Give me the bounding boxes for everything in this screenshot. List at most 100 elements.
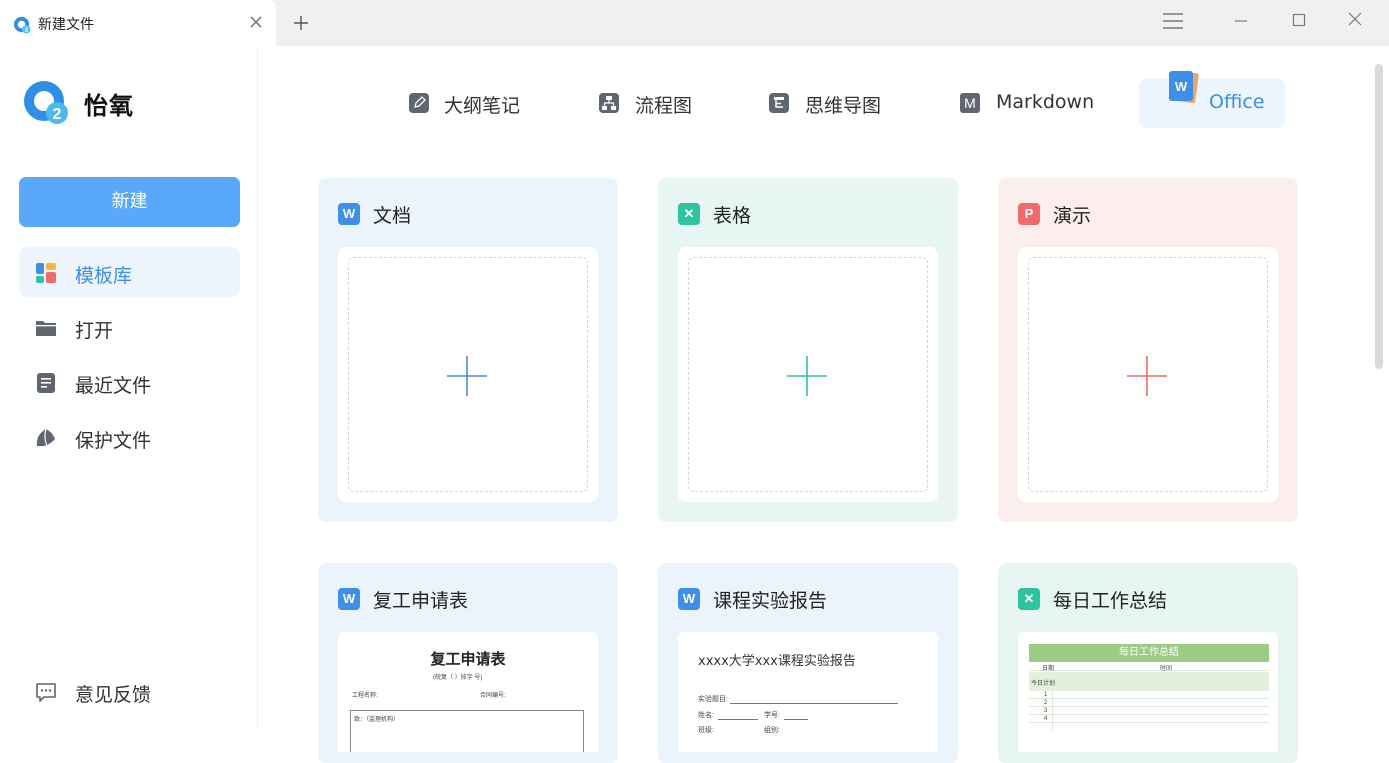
preview-name-label: 姓名: [698, 712, 714, 719]
office-word-icon: W [1169, 70, 1199, 104]
card-title: 表格 [713, 205, 752, 227]
card-title: 课程实验报告 [713, 590, 828, 612]
tab-markdown[interactable]: M Markdown [943, 78, 1118, 128]
tab-mindmap[interactable]: 思维导图 [752, 78, 902, 128]
mindmap-icon [769, 93, 789, 113]
blank-spreadsheet-area[interactable] [678, 247, 938, 502]
underline [718, 719, 758, 720]
template-card-lab-report[interactable]: W 课程实验报告 xxxx大学xxx课程实验报告 实验题目: 姓名: 学号: 班… [658, 563, 958, 763]
flowchart-icon [599, 93, 619, 113]
svg-text:2: 2 [25, 28, 28, 34]
template-preview: 复工申请表 (皖复〔 〕技字 号) 工程名称: 合同编号: 致：（监理机构） [338, 632, 598, 752]
app-logo-icon: 2 [13, 16, 31, 34]
sidebar-item-label: 保护文件 [75, 430, 152, 452]
blank-presentation-area[interactable] [1018, 247, 1278, 502]
protect-shield-icon [36, 428, 55, 447]
tab-label: 思维导图 [805, 95, 882, 117]
preview-col-time: 时间 [1160, 666, 1173, 672]
word-badge-icon: W [338, 588, 360, 610]
preview-class-label: 班级: [698, 727, 714, 734]
tab-label: 大纲笔记 [444, 95, 521, 117]
preview-group-label: 组别: [764, 727, 780, 734]
svg-text:M: M [964, 95, 976, 111]
card-title: 复工申请表 [373, 590, 469, 612]
plus-icon[interactable] [291, 13, 311, 33]
plus-icon [447, 356, 487, 396]
app-logo-icon: 2 [24, 81, 68, 124]
sidebar-item-label: 打开 [75, 320, 114, 342]
maximize-icon[interactable] [1291, 12, 1307, 28]
preview-plan-row [1029, 672, 1269, 691]
preview-box-text: 致：（监理机构） [354, 717, 400, 723]
folder-icon [36, 321, 56, 336]
tab-new-file[interactable]: 2 新建文件 [0, 0, 276, 46]
preview-row [1029, 715, 1269, 723]
scrollbar-thumb[interactable] [1375, 64, 1383, 369]
word-badge-icon: W [338, 203, 360, 225]
preview-field-right: 合同编号: [480, 693, 506, 699]
recent-doc-icon [37, 373, 55, 393]
preview-field-left: 工程名称: [352, 693, 378, 699]
feedback-label: 意见反馈 [75, 684, 152, 706]
markdown-icon: M [960, 93, 980, 113]
new-presentation-card[interactable]: P 演示 [998, 178, 1298, 522]
blank-document-area[interactable] [338, 247, 598, 502]
card-title: 文档 [373, 205, 412, 227]
sidebar-item-recent[interactable]: 最近文件 [19, 357, 240, 407]
preview-subheading: (皖复〔 〕技字 号) [433, 675, 483, 681]
preview-row-num: 1 [1044, 692, 1048, 698]
brand-name: 怡氧 [84, 92, 134, 120]
underline [784, 719, 808, 720]
title-bar: 2 新建文件 [0, 0, 1389, 46]
feedback-button[interactable]: 意见反馈 [19, 666, 240, 716]
ppt-badge-icon: P [1018, 203, 1040, 225]
minimize-icon[interactable] [1233, 12, 1249, 28]
preview-col-date: 日期 [1042, 666, 1055, 672]
preview-id-label: 学号: [764, 712, 780, 719]
preview-heading: 每日工作总结 [1029, 644, 1269, 662]
tab-label: Office [1209, 91, 1265, 113]
plus-icon [1127, 356, 1167, 396]
sidebar-item-label: 最近文件 [75, 375, 152, 397]
tab-label: 流程图 [635, 95, 693, 117]
tab-title: 新建文件 [38, 17, 94, 33]
word-badge-icon: W [678, 588, 700, 610]
template-card-daily-summary[interactable]: ✕ 每日工作总结 每日工作总结 日期 时间 今日计划 1 2 3 4 [998, 563, 1298, 763]
sidebar-item-label: 模板库 [75, 265, 133, 287]
new-button[interactable]: 新建 [19, 177, 240, 227]
sidebar-item-templates[interactable]: 模板库 [19, 247, 240, 297]
underline [730, 703, 898, 704]
preview-row [1029, 691, 1269, 699]
svg-text:2: 2 [53, 106, 62, 123]
preview-row-num: 2 [1044, 700, 1048, 706]
tab-label: Markdown [996, 91, 1095, 113]
tab-outline-note[interactable]: 大纲笔记 [392, 78, 542, 128]
preview-row-num: 3 [1044, 708, 1048, 714]
card-title: 每日工作总结 [1053, 590, 1168, 612]
template-grid-icon [36, 263, 56, 283]
sidebar-item-protect[interactable]: 保护文件 [19, 412, 240, 462]
preview-row [1029, 707, 1269, 715]
preview-row-num: 4 [1044, 716, 1048, 722]
tab-flowchart[interactable]: 流程图 [583, 78, 713, 128]
preview-line: 实验题目: [698, 696, 728, 703]
template-preview: xxxx大学xxx课程实验报告 实验题目: 姓名: 学号: 班级: 组别: [678, 632, 938, 752]
preview-header-row [1029, 662, 1269, 671]
window-close-icon[interactable] [1347, 11, 1363, 27]
new-document-card[interactable]: W 文档 [318, 178, 618, 522]
preview-heading: 复工申请表 [430, 650, 506, 668]
tab-office[interactable]: W Office [1139, 70, 1285, 128]
new-spreadsheet-card[interactable]: ✕ 表格 [658, 178, 958, 522]
preview-row [1029, 699, 1269, 707]
card-title: 演示 [1053, 205, 1092, 227]
preview-col-divider [1052, 691, 1053, 731]
sheet-badge-icon: ✕ [1018, 588, 1040, 610]
close-icon[interactable] [247, 13, 265, 31]
hamburger-menu-icon[interactable] [1162, 11, 1184, 31]
template-preview: 每日工作总结 日期 时间 今日计划 1 2 3 4 [1018, 632, 1278, 752]
svg-text:W: W [1175, 79, 1188, 94]
sidebar-item-open[interactable]: 打开 [19, 302, 240, 352]
preview-plan-label: 今日计划 [1031, 681, 1056, 687]
template-card-resume-work[interactable]: W 复工申请表 复工申请表 (皖复〔 〕技字 号) 工程名称: 合同编号: 致：… [318, 563, 618, 763]
preview-heading: xxxx大学xxx课程实验报告 [698, 654, 856, 669]
